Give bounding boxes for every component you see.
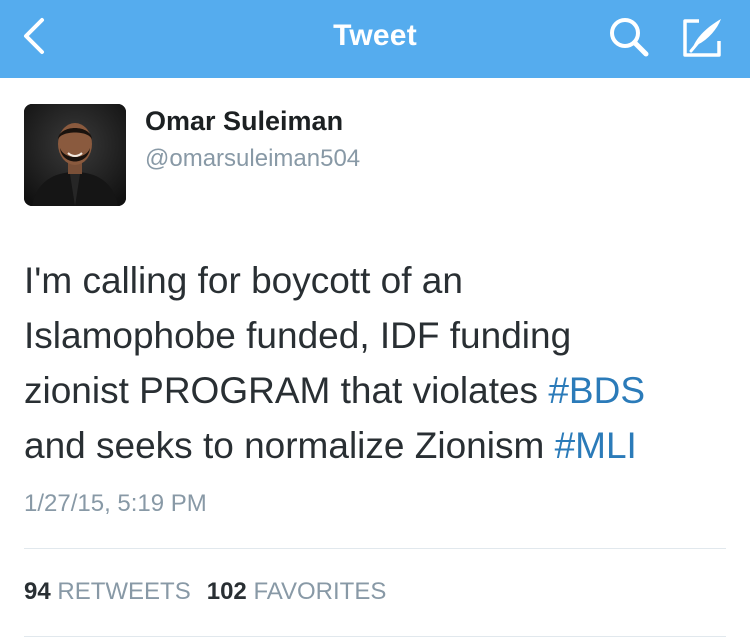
- divider: [24, 636, 726, 637]
- tweet-text-segment: and seeks to normalize Zionism: [24, 425, 555, 466]
- tweet-text-line: I'm calling for boycott of an: [24, 253, 729, 308]
- tweet-text-segment: zionist PROGRAM that violates: [24, 370, 549, 411]
- tweet-text-line: and seeks to normalize Zionism #MLI: [24, 418, 729, 473]
- compose-tweet-button[interactable]: [676, 12, 728, 64]
- author-avatar[interactable]: [24, 104, 126, 206]
- tweet-text-line: zionist PROGRAM that violates #BDS: [24, 363, 729, 418]
- tweet-text-segment: I'm calling for boycott of an: [24, 260, 463, 301]
- retweets-count: 94: [24, 578, 51, 605]
- tweet-timestamp: 1/27/15, 5:19 PM: [24, 490, 207, 517]
- tweet-text-line: Islamophobe funded, IDF funding: [24, 308, 729, 363]
- retweets-label: RETWEETS: [57, 578, 191, 605]
- divider: [24, 548, 726, 549]
- author-handle[interactable]: @omarsuleiman504: [145, 145, 360, 173]
- tweet-stats: 94 RETWEETS 102 FAVORITES: [24, 578, 386, 606]
- tweet-text: I'm calling for boycott of an Islamophob…: [24, 253, 729, 473]
- top-navigation-bar: Tweet: [0, 0, 750, 78]
- favorites-stat[interactable]: 102 FAVORITES: [207, 578, 387, 606]
- tweet-text-segment: Islamophobe funded, IDF funding: [24, 315, 572, 356]
- compose-icon: [683, 19, 721, 57]
- retweets-stat[interactable]: 94 RETWEETS: [24, 578, 191, 606]
- avatar-photo: [24, 104, 126, 206]
- search-button[interactable]: [604, 12, 654, 62]
- favorites-count: 102: [206, 578, 247, 605]
- favorites-label: FAVORITES: [253, 578, 387, 605]
- hashtag-link-bds[interactable]: #BDS: [548, 370, 645, 411]
- author-name[interactable]: Omar Suleiman: [145, 106, 343, 137]
- search-icon: [610, 18, 649, 57]
- hashtag-link-mli[interactable]: #MLI: [555, 425, 637, 466]
